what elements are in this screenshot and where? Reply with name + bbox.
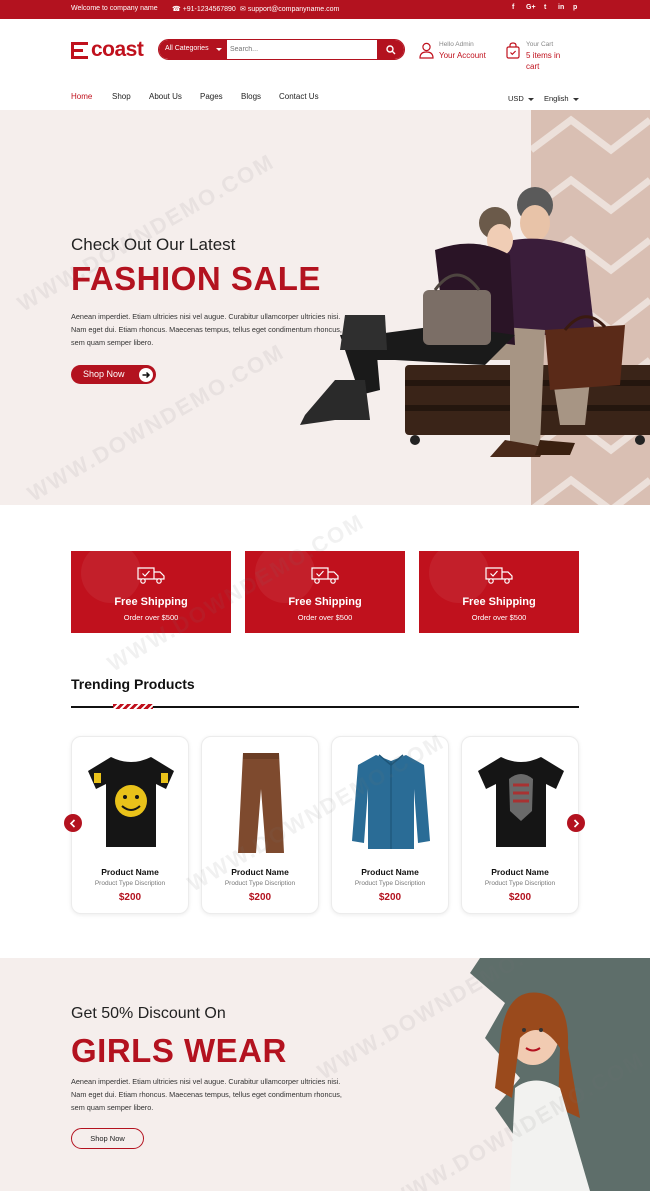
product-price: $200 xyxy=(248,892,272,903)
feature-title: Free Shipping xyxy=(288,596,362,608)
language-select[interactable]: English xyxy=(544,94,579,103)
feature-title: Free Shipping xyxy=(462,596,536,608)
cart-count-line2[interactable]: cart xyxy=(526,62,539,71)
phone-icon: ☎ xyxy=(172,6,181,13)
product-price: $200 xyxy=(508,892,532,903)
phone-contact[interactable]: ☎ +91-1234567890 xyxy=(172,5,236,13)
product-image xyxy=(88,757,174,847)
logo-text[interactable]: coast xyxy=(91,38,144,62)
linkedin-icon[interactable]: in xyxy=(558,4,564,11)
search-button[interactable] xyxy=(377,40,404,59)
truck-icon xyxy=(311,567,339,584)
carousel-prev-button[interactable] xyxy=(64,814,82,832)
truck-icon xyxy=(137,567,165,584)
product-name[interactable]: Product Name xyxy=(72,867,188,877)
hero-title: FASHION SALE xyxy=(71,260,321,297)
hero-description: Aenean imperdiet. Etiam ultricies nisi v… xyxy=(71,312,342,347)
promo-description: Aenean imperdiet. Etiam ultricies nisi v… xyxy=(71,1077,342,1112)
nav-about-us[interactable]: About Us xyxy=(149,92,182,101)
promo-shop-now-button[interactable]: Shop Now xyxy=(71,1128,144,1149)
chevron-down-icon xyxy=(216,48,222,51)
nav-shop[interactable]: Shop xyxy=(112,92,131,101)
hero-models-image xyxy=(300,187,650,457)
nav-blogs[interactable]: Blogs xyxy=(241,92,261,101)
product-price: $200 xyxy=(118,892,142,903)
top-bar: Welcome to company name ☎ +91-1234567890… xyxy=(0,0,650,19)
section-divider-accent xyxy=(113,704,153,709)
watermark: WWW.DOWNDEMO.COM xyxy=(23,338,289,505)
product-card[interactable]: Product Name Product Type Discription $2… xyxy=(71,736,189,914)
product-description: Product Type Discription xyxy=(94,880,166,887)
email-contact[interactable]: ✉ support@companyname.com xyxy=(240,5,339,13)
category-select[interactable]: All Categories xyxy=(159,40,227,59)
chevron-left-icon xyxy=(69,818,76,828)
chevron-right-icon xyxy=(573,818,580,828)
user-icon xyxy=(419,42,434,59)
product-image xyxy=(478,757,564,847)
chevron-down-icon xyxy=(527,97,534,101)
promo-title: GIRLS WEAR xyxy=(71,1032,287,1069)
promo-subtitle: Get 50% Discount On xyxy=(71,1005,226,1022)
search-icon xyxy=(386,45,396,55)
facebook-icon[interactable]: f xyxy=(512,4,514,11)
currency-select[interactable]: USD xyxy=(508,94,534,103)
shopping-bag-icon xyxy=(506,42,520,59)
hero-subtitle: Check Out Our Latest xyxy=(71,235,236,254)
nav-home[interactable]: Home xyxy=(71,92,92,101)
search-bar: All Categories xyxy=(158,39,405,60)
account-greeting: Hello Admin xyxy=(439,41,474,48)
section-title: Trending Products xyxy=(71,676,195,692)
arrow-right-icon xyxy=(139,367,153,382)
pinterest-icon[interactable]: p xyxy=(573,4,577,11)
shop-now-button[interactable]: Shop Now xyxy=(71,365,156,384)
nav-pages[interactable]: Pages xyxy=(200,92,223,101)
product-name[interactable]: Product Name xyxy=(462,867,578,877)
mail-icon: ✉ xyxy=(240,6,246,13)
welcome-text: Welcome to company name xyxy=(71,5,158,12)
product-description: Product Type Discription xyxy=(354,880,426,887)
product-name[interactable]: Product Name xyxy=(332,867,448,877)
feature-subtitle: Order over $500 xyxy=(297,613,353,622)
product-description: Product Type Discription xyxy=(484,880,556,887)
chevron-down-icon xyxy=(572,97,579,101)
account-label[interactable]: Your Account xyxy=(439,51,486,60)
nav-contact-us[interactable]: Contact Us xyxy=(279,92,319,101)
search-input[interactable] xyxy=(230,40,376,59)
twitter-icon[interactable]: t xyxy=(544,4,546,11)
google-plus-icon[interactable]: G+ xyxy=(526,4,536,11)
hero-banner: WWW.DOWNDEMO.COM WWW.DOWNDEMO.COM xyxy=(0,110,650,505)
feature-card: Free Shipping Order over $500 xyxy=(419,551,579,633)
product-price: $200 xyxy=(378,892,402,903)
cart-count-line1[interactable]: 5 items in xyxy=(526,51,560,60)
product-card[interactable]: Product Name Product Type Discription $2… xyxy=(461,736,579,914)
feature-subtitle: Order over $500 xyxy=(471,613,527,622)
truck-icon xyxy=(485,567,513,584)
carousel-next-button[interactable] xyxy=(567,814,585,832)
cart-label: Your Cart xyxy=(526,41,554,48)
logo-mark-icon[interactable] xyxy=(71,42,88,59)
